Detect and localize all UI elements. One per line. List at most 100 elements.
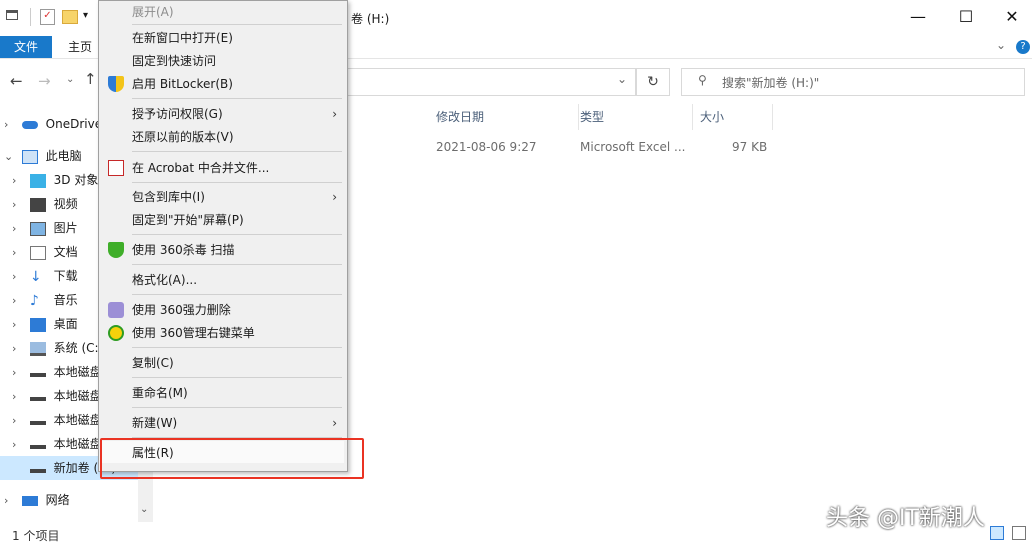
tab-home[interactable]: 主页 xyxy=(58,36,102,58)
refresh-button[interactable]: ↻ xyxy=(636,68,670,96)
video-icon xyxy=(29,197,46,212)
menu-item-label: 重命名(M) xyxy=(132,386,188,400)
network-icon xyxy=(21,495,38,506)
sidebar-item-label: 图片 xyxy=(53,221,78,235)
chevron-right-icon[interactable]: › xyxy=(12,169,26,193)
menu-item-restore-versions[interactable]: 还原以前的版本(V) xyxy=(99,126,347,148)
menu-item-360-manage[interactable]: 使用 360管理右键菜单 xyxy=(99,322,347,344)
maximize-button[interactable]: ☐ xyxy=(950,4,982,30)
table-row[interactable]: 2021-08-06 9:27 Microsoft Excel ... 97 K… xyxy=(428,136,778,158)
system-drive-icon xyxy=(29,341,46,356)
chevron-right-icon[interactable]: › xyxy=(12,409,26,433)
chevron-right-icon[interactable]: › xyxy=(12,433,26,457)
submenu-arrow-icon: › xyxy=(332,190,337,204)
menu-separator xyxy=(132,264,342,265)
address-field[interactable]: ⌄ xyxy=(345,68,636,96)
chevron-down-icon[interactable]: ⌄ xyxy=(4,145,18,169)
menu-item-include-library[interactable]: 包含到库中(I) › xyxy=(99,186,347,208)
menu-item-acrobat-merge[interactable]: 在 Acrobat 中合并文件... xyxy=(99,157,347,179)
minimize-button[interactable]: — xyxy=(902,4,934,30)
menu-item-new[interactable]: 新建(W) › xyxy=(99,412,347,434)
chevron-right-icon[interactable]: › xyxy=(12,385,26,409)
details-view-icon[interactable] xyxy=(990,526,1004,540)
chevron-right-icon[interactable]: › xyxy=(12,217,26,241)
item-count: 1 个项目 xyxy=(12,529,60,543)
desktop-icon xyxy=(29,317,46,332)
menu-item-bitlocker[interactable]: 启用 BitLocker(B) xyxy=(99,73,347,95)
menu-separator xyxy=(132,347,342,348)
sidebar-item-label: 本地磁盘 xyxy=(53,389,102,403)
divider xyxy=(30,8,31,26)
search-input[interactable]: ⚲ 搜索"新加卷 (H:)" xyxy=(681,68,1025,96)
sidebar-item-network[interactable]: › 网络 xyxy=(0,488,150,512)
help-icon[interactable]: ? xyxy=(1016,40,1030,54)
large-icons-view-icon[interactable] xyxy=(1012,526,1026,540)
watermark: 头条 @IT新潮人 xyxy=(826,506,985,531)
sidebar-item-label: 3D 对象 xyxy=(53,173,99,187)
sidebar-item-label: OneDrive xyxy=(45,117,103,131)
forward-icon[interactable]: → xyxy=(38,72,51,90)
context-menu: 展开(A) 在新窗口中打开(E) 固定到快速访问 启用 BitLocker(B)… xyxy=(98,0,348,472)
menu-item-360-delete[interactable]: 使用 360强力删除 xyxy=(99,299,347,321)
new-folder-icon[interactable] xyxy=(62,10,78,24)
menu-item-rename[interactable]: 重命名(M) xyxy=(99,382,347,404)
chevron-right-icon[interactable]: › xyxy=(12,361,26,385)
acrobat-icon xyxy=(108,160,124,176)
menu-separator xyxy=(132,24,342,25)
menu-item-label: 在新窗口中打开(E) xyxy=(132,31,233,45)
chevron-right-icon[interactable]: › xyxy=(12,289,26,313)
tab-file[interactable]: 文件 xyxy=(0,36,52,58)
chevron-right-icon[interactable]: › xyxy=(12,265,26,289)
documents-icon xyxy=(29,245,46,260)
menu-item-label: 授予访问权限(G) xyxy=(132,107,223,121)
menu-separator xyxy=(132,377,342,378)
download-icon: ↓ xyxy=(29,268,42,285)
chevron-right-icon[interactable]: › xyxy=(12,241,26,265)
drive-icon xyxy=(29,393,46,401)
chevron-right-icon[interactable]: › xyxy=(12,193,26,217)
up-icon[interactable]: ↑ xyxy=(84,70,97,88)
menu-item-label: 在 Acrobat 中合并文件... xyxy=(132,161,270,175)
menu-item-label: 复制(C) xyxy=(132,356,174,370)
menu-item-label: 展开(A) xyxy=(132,5,174,19)
menu-item-pin-quick-access[interactable]: 固定到快速访问 xyxy=(99,50,347,72)
menu-item-label: 使用 360强力删除 xyxy=(132,303,231,317)
drive-icon xyxy=(29,369,46,377)
column-header-modified[interactable]: 修改日期 xyxy=(428,104,579,130)
sidebar-item-label: 本地磁盘 xyxy=(53,437,102,451)
menu-item-grant-access[interactable]: 授予访问权限(G) › xyxy=(99,103,347,125)
menu-separator xyxy=(132,234,342,235)
quick-access-dropdown-icon[interactable]: ▾ xyxy=(83,10,88,21)
properties-icon[interactable]: ✓ xyxy=(40,9,55,25)
address-dropdown-icon[interactable]: ⌄ xyxy=(617,72,627,86)
back-icon[interactable]: ← xyxy=(10,72,23,90)
chevron-right-icon[interactable]: › xyxy=(12,313,26,337)
menu-item-copy[interactable]: 复制(C) xyxy=(99,352,347,374)
menu-item-label: 固定到"开始"屏幕(P) xyxy=(132,213,244,227)
drive-icon xyxy=(29,441,46,449)
column-header-size[interactable]: 大小 xyxy=(692,104,773,130)
menu-separator xyxy=(132,98,342,99)
close-button[interactable]: ✕ xyxy=(996,4,1028,30)
menu-item-pin-start[interactable]: 固定到"开始"屏幕(P) xyxy=(99,209,347,231)
menu-item-expand[interactable]: 展开(A) xyxy=(99,1,347,23)
menu-item-label: 启用 BitLocker(B) xyxy=(132,77,233,91)
menu-item-label: 格式化(A)... xyxy=(132,273,198,287)
recent-locations-icon[interactable]: ⌄ xyxy=(66,74,74,85)
menu-item-open-new-window[interactable]: 在新窗口中打开(E) xyxy=(99,27,347,49)
chevron-right-icon[interactable]: › xyxy=(4,489,18,513)
scroll-down-icon[interactable]: ⌄ xyxy=(140,504,148,515)
drive-icon xyxy=(29,417,46,425)
360-antivirus-icon xyxy=(108,242,124,258)
sidebar-item-label: 网络 xyxy=(45,493,70,507)
search-placeholder: 搜索"新加卷 (H:)" xyxy=(722,76,820,90)
column-header-type[interactable]: 类型 xyxy=(572,104,693,130)
chevron-right-icon[interactable]: › xyxy=(4,113,18,137)
file-modified: 2021-08-06 9:27 xyxy=(436,140,537,154)
onedrive-icon xyxy=(21,120,38,129)
menu-item-360-scan[interactable]: 使用 360杀毒 扫描 xyxy=(99,239,347,261)
menu-item-format[interactable]: 格式化(A)... xyxy=(99,269,347,291)
ribbon-expand-icon[interactable]: ⌄ xyxy=(996,38,1006,52)
menu-item-label: 还原以前的版本(V) xyxy=(132,130,234,144)
chevron-right-icon[interactable]: › xyxy=(12,337,26,361)
